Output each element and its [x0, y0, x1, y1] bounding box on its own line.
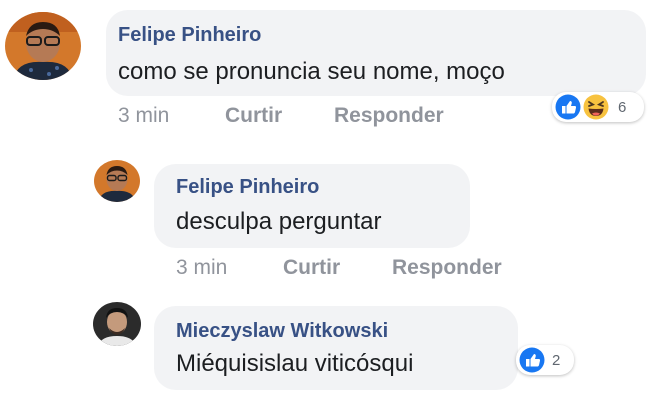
avatar[interactable]: [93, 302, 141, 346]
profile-photo: [93, 302, 141, 346]
like-icon: [519, 347, 545, 373]
comment-author[interactable]: Mieczyslaw Witkowski: [176, 320, 388, 343]
reaction-count: 2: [552, 352, 561, 369]
comment-text: Miéquisislau viticósqui: [176, 350, 414, 377]
reaction-summary[interactable]: 2: [516, 345, 574, 375]
comment-3: Mieczyslaw Witkowski Miéquisislau viticó…: [0, 0, 660, 400]
